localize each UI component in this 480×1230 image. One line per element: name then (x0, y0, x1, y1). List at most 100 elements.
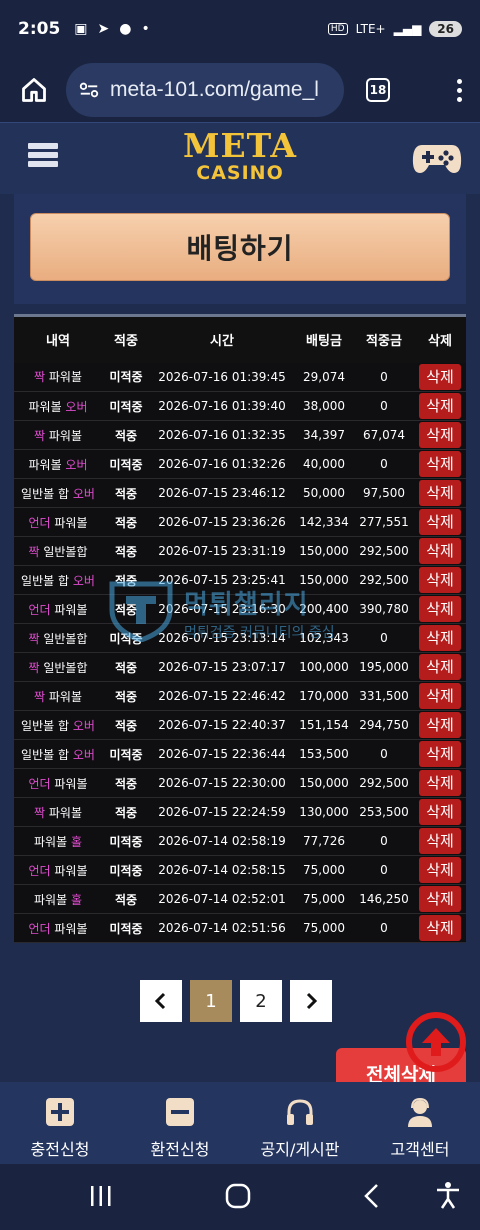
cell-win-amount: 292,500 (354, 768, 414, 798)
cell-win-amount: 0 (354, 913, 414, 943)
nav-notice-label: 공지/게시판 (260, 1140, 340, 1159)
back-icon[interactable] (360, 1182, 384, 1210)
browser-menu-button[interactable] (457, 78, 462, 102)
table-row: 파워볼 홀 적중 2026-07-14 02:52:01 75,000 146,250 삭… (14, 884, 466, 914)
home-icon (22, 78, 46, 102)
cell-time: 2026-07-15 23:31:19 (150, 536, 294, 566)
cell-bet-amount: 150,000 (294, 565, 354, 595)
delete-button[interactable]: 삭제 (419, 857, 461, 883)
table-row: 파워볼 홀 미적중 2026-07-14 02:58:19 77,726 0 삭제 (14, 826, 466, 856)
arrow-up-icon (422, 1028, 450, 1056)
cell-delete: 삭제 (414, 594, 466, 624)
delete-button[interactable]: 삭제 (419, 393, 461, 419)
header-win-amount: 적중금 (354, 314, 414, 363)
support-agent-icon (404, 1096, 436, 1128)
delete-button[interactable]: 삭제 (419, 451, 461, 477)
cell-win-amount: 0 (354, 826, 414, 856)
cell-delete: 삭제 (414, 826, 466, 856)
menu-icon[interactable] (28, 143, 58, 173)
cell-result: 미적중 (102, 826, 150, 856)
delete-button[interactable]: 삭제 (419, 538, 461, 564)
nav-notice[interactable]: 공지/게시판 (240, 1082, 360, 1164)
cell-delete: 삭제 (414, 565, 466, 595)
accessibility-icon[interactable] (434, 1180, 462, 1210)
address-bar[interactable]: meta-101.com/game_l (66, 63, 344, 117)
cell-bet-amount: 151,154 (294, 710, 354, 740)
cell-game: 언더 파워볼 (14, 507, 102, 537)
headphones-icon (284, 1096, 316, 1128)
cell-bet-amount: 102,343 (294, 623, 354, 653)
game-part-b: 파워볼 (50, 921, 88, 936)
table-row: 일반볼 합 오버 적중 2026-07-15 23:25:41 150,000 292,… (14, 565, 466, 595)
game-part-b: 파워볼 (45, 370, 82, 385)
dot-icon: • (141, 21, 150, 37)
delete-button[interactable]: 삭제 (419, 654, 461, 680)
delete-button[interactable]: 삭제 (419, 741, 461, 767)
delete-button[interactable]: 삭제 (419, 915, 461, 941)
game-part-a: 짝 (28, 631, 40, 646)
game-part-a: 짝 (34, 370, 46, 385)
cell-game: 일반볼 합 오버 (14, 710, 102, 740)
delete-button[interactable]: 삭제 (419, 480, 461, 506)
scroll-top-button[interactable] (406, 1012, 466, 1072)
cell-result: 적중 (102, 652, 150, 682)
delete-button[interactable]: 삭제 (419, 712, 461, 738)
cell-result: 미적중 (102, 855, 150, 885)
delete-button[interactable]: 삭제 (419, 625, 461, 651)
home-button[interactable] (14, 70, 54, 110)
site-settings-icon[interactable] (78, 79, 100, 101)
delete-button[interactable]: 삭제 (419, 596, 461, 622)
delete-button[interactable]: 삭제 (419, 422, 461, 448)
delete-button[interactable]: 삭제 (419, 828, 461, 854)
table-row: 일반볼 합 오버 적중 2026-07-15 22:40:37 151,154 294,… (14, 710, 466, 740)
cell-game: 언더 파워볼 (14, 768, 102, 798)
gamepad-icon[interactable] (412, 137, 462, 177)
page-1-button[interactable]: 1 (190, 980, 232, 1022)
table-row: 언더 파워볼 미적중 2026-07-14 02:58:15 75,000 0 삭제 (14, 855, 466, 885)
page-2-button[interactable]: 2 (240, 980, 282, 1022)
bottom-nav: 충전신청 환전신청 공지/게시판 고객센터 (0, 1082, 480, 1164)
next-page-button[interactable] (290, 980, 332, 1022)
status-bar: 2:05 ▣ ➤ ● • HD LTE+ ▂▄▆ 26 (0, 0, 480, 58)
game-part-a: 일반볼 합 (21, 718, 73, 733)
game-part-a: 파워볼 (28, 399, 66, 414)
cell-game: 파워볼 홀 (14, 884, 102, 914)
nav-deposit[interactable]: 충전신청 (0, 1082, 120, 1164)
cell-delete: 삭제 (414, 884, 466, 914)
delete-button[interactable]: 삭제 (419, 770, 461, 796)
game-part-b: 파워볼 (50, 776, 88, 791)
cell-bet-amount: 75,000 (294, 855, 354, 885)
bet-button[interactable]: 배팅하기 (30, 213, 450, 281)
cell-time: 2026-07-16 01:39:45 (150, 362, 294, 392)
logo-bottom-text: CASINO (196, 162, 284, 184)
game-part-b: 일반볼합 (39, 660, 88, 675)
nav-withdraw[interactable]: 환전신청 (120, 1082, 240, 1164)
dot-icon (457, 78, 462, 84)
header-time: 시간 (150, 314, 294, 363)
delete-button[interactable]: 삭제 (419, 799, 461, 825)
tab-switcher-button[interactable]: 18 (366, 78, 390, 102)
cell-win-amount: 0 (354, 362, 414, 392)
cell-win-amount: 146,250 (354, 884, 414, 914)
cell-result: 미적중 (102, 623, 150, 653)
delete-button[interactable]: 삭제 (419, 363, 461, 390)
signal-icon: ▂▄▆ (393, 22, 422, 36)
delete-button[interactable]: 삭제 (419, 683, 461, 709)
cell-time: 2026-07-15 22:24:59 (150, 797, 294, 827)
table-row: 파워볼 오버 미적중 2026-07-16 01:39:40 38,000 0 삭제 (14, 391, 466, 421)
prev-page-button[interactable] (140, 980, 182, 1022)
cell-game: 짝 파워볼 (14, 681, 102, 711)
cell-result: 미적중 (102, 362, 150, 392)
header-delete: 삭제 (414, 314, 466, 363)
meta-casino-logo[interactable]: META CASINO (180, 129, 300, 183)
table-row: 언더 파워볼 적중 2026-07-15 22:30:00 150,000 292,50… (14, 768, 466, 798)
home-nav-icon[interactable] (224, 1182, 252, 1210)
cell-delete: 삭제 (414, 797, 466, 827)
delete-button[interactable]: 삭제 (419, 567, 461, 593)
delete-button[interactable]: 삭제 (419, 509, 461, 535)
delete-button[interactable]: 삭제 (419, 886, 461, 912)
nav-support[interactable]: 고객센터 (360, 1082, 480, 1164)
cell-win-amount: 97,500 (354, 478, 414, 508)
recent-apps-icon[interactable] (88, 1184, 114, 1208)
cell-win-amount: 0 (354, 449, 414, 479)
